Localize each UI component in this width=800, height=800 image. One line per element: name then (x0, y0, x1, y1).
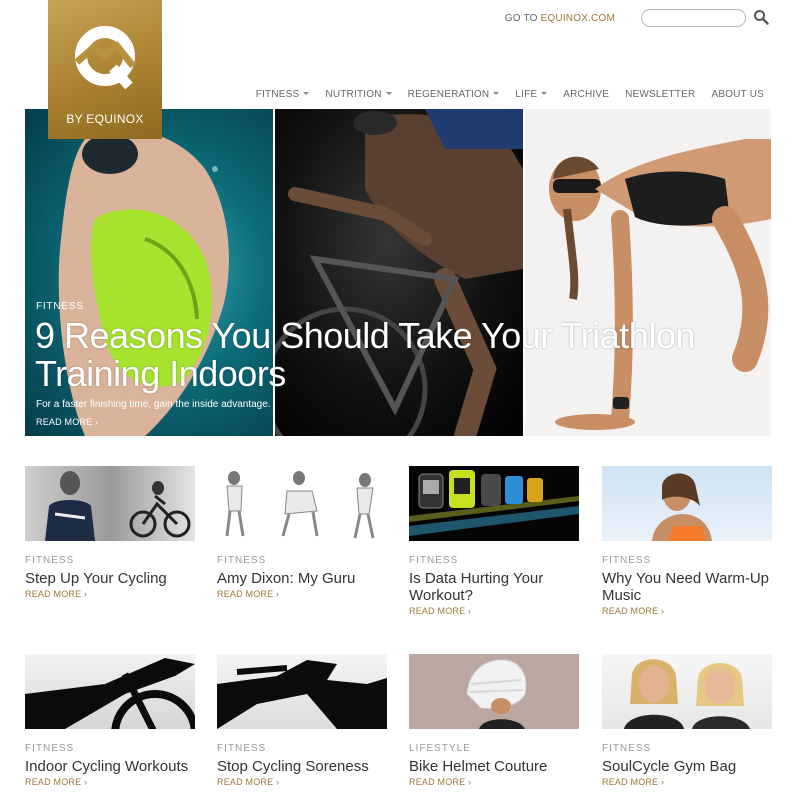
read-more-link[interactable]: READ MORE › (602, 777, 772, 787)
article-title[interactable]: Is Data Hurting Your Workout? (409, 570, 579, 604)
hero-read-more-link[interactable]: READ MORE › (36, 417, 98, 427)
article-title[interactable]: Why You Need Warm-Up Music (602, 570, 772, 604)
article-title[interactable]: SoulCycle Gym Bag (602, 758, 772, 775)
read-more-link[interactable]: READ MORE › (217, 589, 387, 599)
read-more-link[interactable]: READ MORE › (217, 777, 387, 787)
hero-image-cyclist (275, 109, 523, 436)
chevron-down-icon (541, 92, 548, 95)
article-card: LIFESTYLE Bike Helmet Couture READ MORE … (409, 654, 579, 787)
article-title[interactable]: Stop Cycling Soreness (217, 758, 387, 775)
search-input[interactable] (641, 9, 746, 27)
article-category: FITNESS (217, 743, 267, 754)
chevron-down-icon (493, 92, 500, 95)
article-card: FITNESS Step Up Your Cycling READ MORE › (25, 466, 195, 599)
article-title[interactable]: Indoor Cycling Workouts (25, 758, 195, 775)
nav-life[interactable]: LIFE (515, 89, 548, 100)
article-thumbnail[interactable] (25, 654, 195, 729)
goto-equinox-link[interactable]: EQUINOX.COM (541, 13, 615, 24)
hero-image-athlete (525, 109, 771, 436)
article-card: FITNESS Indoor Cycling Workouts READ MOR… (25, 654, 195, 787)
article-thumbnail[interactable] (217, 654, 387, 729)
hero-feature[interactable]: FITNESS 9 Reasons You Should Take Your T… (25, 109, 771, 436)
article-card: FITNESS Why You Need Warm-Up Music READ … (602, 466, 772, 616)
article-thumbnail[interactable] (602, 654, 772, 729)
logo-by-line: BY EQUINOX (66, 112, 144, 126)
nav-about-us[interactable]: ABOUT US (711, 89, 764, 100)
article-category: FITNESS (602, 743, 652, 754)
main-nav: FITNESS NUTRITION REGENERATION LIFE ARCH… (256, 89, 764, 100)
nav-newsletter[interactable]: NEWSLETTER (625, 89, 695, 100)
article-category: FITNESS (25, 743, 75, 754)
article-title[interactable]: Step Up Your Cycling (25, 570, 195, 587)
article-thumbnail[interactable] (602, 466, 772, 541)
article-title[interactable]: Bike Helmet Couture (409, 758, 579, 775)
article-category: LIFESTYLE (409, 743, 471, 754)
article-thumbnail[interactable] (217, 466, 387, 541)
nav-archive[interactable]: ARCHIVE (563, 89, 609, 100)
article-category: FITNESS (409, 555, 459, 566)
read-more-link[interactable]: READ MORE › (25, 589, 195, 599)
chevron-down-icon (385, 92, 392, 95)
article-thumbnail[interactable] (25, 466, 195, 541)
logo[interactable]: BY EQUINOX (48, 0, 162, 139)
nav-nutrition[interactable]: NUTRITION (325, 89, 392, 100)
read-more-link[interactable]: READ MORE › (409, 777, 579, 787)
chevron-down-icon (303, 92, 310, 95)
article-category: FITNESS (602, 555, 652, 566)
article-card: FITNESS Amy Dixon: My Guru READ MORE › (217, 466, 387, 599)
goto-equinox: GO TO EQUINOX.COM (505, 13, 615, 24)
read-more-link[interactable]: READ MORE › (409, 606, 579, 616)
hero-image-swimmer (25, 109, 273, 436)
q-logo-icon (74, 26, 136, 90)
nav-fitness[interactable]: FITNESS (256, 89, 310, 100)
article-title[interactable]: Amy Dixon: My Guru (217, 570, 387, 587)
article-category: FITNESS (217, 555, 267, 566)
article-card: FITNESS SoulCycle Gym Bag READ MORE › (602, 654, 772, 787)
nav-regeneration[interactable]: REGENERATION (408, 89, 500, 100)
article-category: FITNESS (25, 555, 75, 566)
read-more-link[interactable]: READ MORE › (602, 606, 772, 616)
article-card: FITNESS Is Data Hurting Your Workout? RE… (409, 466, 579, 616)
goto-prefix: GO TO (504, 13, 541, 24)
article-thumbnail[interactable] (409, 654, 579, 729)
article-thumbnail[interactable] (409, 466, 579, 541)
read-more-link[interactable]: READ MORE › (25, 777, 195, 787)
article-card: FITNESS Stop Cycling Soreness READ MORE … (217, 654, 387, 787)
search-icon[interactable] (753, 9, 769, 25)
